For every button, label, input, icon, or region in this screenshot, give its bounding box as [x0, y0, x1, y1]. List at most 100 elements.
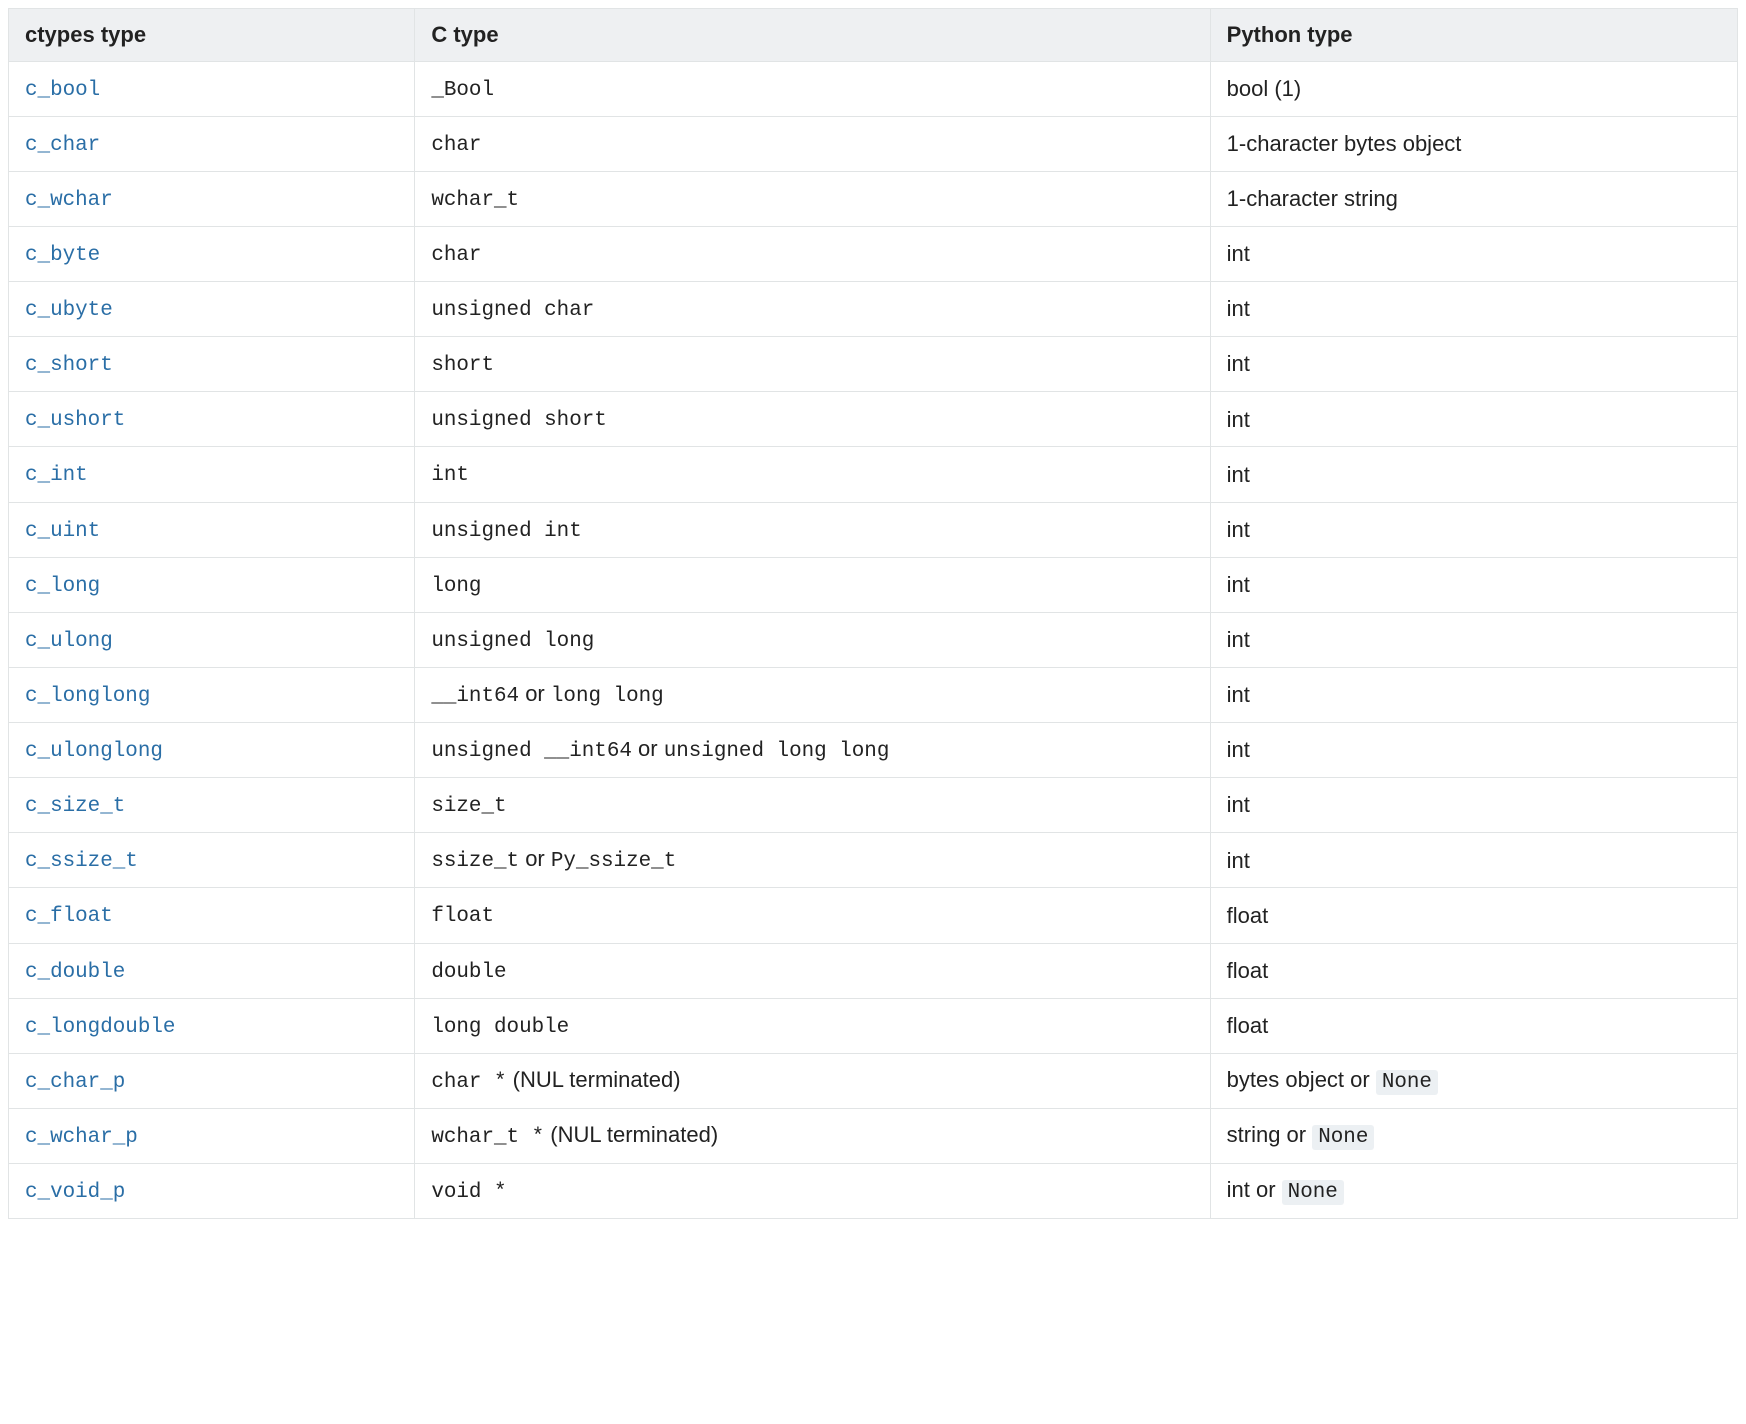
- ctypes-link[interactable]: c_long: [25, 575, 100, 598]
- code-text: wchar_t: [431, 189, 519, 212]
- ctypes-link[interactable]: c_byte: [25, 244, 100, 267]
- ctypes-link[interactable]: c_ubyte: [25, 299, 113, 322]
- plain-text: int: [1227, 241, 1250, 266]
- cell-python-type: int or None: [1210, 1164, 1737, 1219]
- cell-python-type: int: [1210, 723, 1737, 778]
- ctypes-link[interactable]: c_ulonglong: [25, 740, 163, 763]
- ctypes-link[interactable]: c_ushort: [25, 409, 125, 432]
- ctypes-link[interactable]: c_ulong: [25, 630, 113, 653]
- table-row: c_long longint: [9, 557, 1738, 612]
- table-row: c_wchar_p wchar_t * (NUL terminated)strin…: [9, 1108, 1738, 1163]
- cell-ctypes-type: c_longdouble: [9, 998, 415, 1053]
- none-literal: None: [1312, 1125, 1374, 1150]
- cell-c-type: char: [415, 116, 1210, 171]
- column-header-c-type: C type: [415, 9, 1210, 62]
- cell-ctypes-type: c_char_p: [9, 1053, 415, 1108]
- code-text: unsigned int: [431, 520, 581, 543]
- cell-python-type: bytes object or None: [1210, 1053, 1737, 1108]
- code-text: unsigned char: [431, 299, 594, 322]
- cell-c-type: long: [415, 557, 1210, 612]
- table-row: c_ssize_tssize_t or Py_ssize_tint: [9, 833, 1738, 888]
- cell-ctypes-type: c_void_p: [9, 1164, 415, 1219]
- plain-text: or: [519, 681, 551, 706]
- cell-python-type: int: [1210, 392, 1737, 447]
- plain-text: int: [1227, 627, 1250, 652]
- table-row: c_short short int: [9, 337, 1738, 392]
- cell-python-type: int: [1210, 282, 1737, 337]
- table-row: c_void_pvoid *int or None: [9, 1164, 1738, 1219]
- cell-ctypes-type: c_ulong: [9, 612, 415, 667]
- table-row: c_ulonglong unsigned __int64 or unsigned …: [9, 723, 1738, 778]
- cell-ctypes-type: c_wchar: [9, 171, 415, 226]
- plain-text: bytes object or: [1227, 1067, 1376, 1092]
- plain-text: or: [519, 846, 551, 871]
- table-row: c_ushort unsigned shortint: [9, 392, 1738, 447]
- plain-text: int: [1227, 351, 1250, 376]
- code-text: unsigned long long: [664, 740, 890, 763]
- code-text: double: [431, 961, 506, 984]
- ctypes-link[interactable]: c_double: [25, 961, 125, 984]
- plain-text: int: [1227, 572, 1250, 597]
- cell-c-type: int: [415, 447, 1210, 502]
- cell-ctypes-type: c_float: [9, 888, 415, 943]
- ctypes-link[interactable]: c_size_t: [25, 795, 125, 818]
- none-literal: None: [1282, 1180, 1344, 1205]
- ctypes-link[interactable]: c_ssize_t: [25, 850, 138, 873]
- cell-python-type: int: [1210, 226, 1737, 281]
- ctypes-link[interactable]: c_char: [25, 134, 100, 157]
- cell-ctypes-type: c_short: [9, 337, 415, 392]
- cell-ctypes-type: c_uint: [9, 502, 415, 557]
- cell-c-type: _Bool: [415, 61, 1210, 116]
- cell-ctypes-type: c_wchar_p: [9, 1108, 415, 1163]
- cell-python-type: float: [1210, 998, 1737, 1053]
- cell-c-type: short: [415, 337, 1210, 392]
- plain-text: int: [1227, 296, 1250, 321]
- plain-text: bool (1): [1227, 76, 1302, 101]
- table-row: c_byte char int: [9, 226, 1738, 281]
- code-text: float: [431, 905, 494, 928]
- cell-python-type: 1-character string: [1210, 171, 1737, 226]
- cell-c-type: unsigned short: [415, 392, 1210, 447]
- ctypes-types-table: ctypes type C type Python type c_bool_Bo…: [8, 8, 1738, 1219]
- code-text: short: [431, 354, 494, 377]
- code-text: char *: [431, 1071, 506, 1094]
- ctypes-link[interactable]: c_void_p: [25, 1181, 125, 1204]
- table-row: c_ubyte unsigned char int: [9, 282, 1738, 337]
- table-row: c_longlong __int64 or long long int: [9, 667, 1738, 722]
- plain-text: int: [1227, 848, 1250, 873]
- plain-text: float: [1227, 903, 1269, 928]
- ctypes-link[interactable]: c_bool: [25, 79, 100, 102]
- ctypes-link[interactable]: c_wchar_p: [25, 1126, 138, 1149]
- code-text: char: [431, 244, 481, 267]
- ctypes-link[interactable]: c_uint: [25, 520, 100, 543]
- cell-python-type: int: [1210, 502, 1737, 557]
- plain-text: int: [1227, 792, 1250, 817]
- plain-text: or: [632, 736, 664, 761]
- cell-ctypes-type: c_int: [9, 447, 415, 502]
- cell-c-type: __int64 or long long: [415, 667, 1210, 722]
- ctypes-link[interactable]: c_wchar: [25, 189, 113, 212]
- cell-ctypes-type: c_long: [9, 557, 415, 612]
- ctypes-link[interactable]: c_float: [25, 905, 113, 928]
- ctypes-link[interactable]: c_longlong: [25, 685, 150, 708]
- table-row: c_uint unsigned int int: [9, 502, 1738, 557]
- cell-c-type: size_t: [415, 778, 1210, 833]
- code-text: char: [431, 134, 481, 157]
- ctypes-link[interactable]: c_int: [25, 464, 88, 487]
- cell-c-type: double: [415, 943, 1210, 998]
- cell-python-type: int: [1210, 778, 1737, 833]
- code-text: int: [431, 464, 469, 487]
- code-text: unsigned long: [431, 630, 594, 653]
- ctypes-link[interactable]: c_longdouble: [25, 1016, 175, 1039]
- code-text: __int64: [431, 685, 519, 708]
- cell-ctypes-type: c_byte: [9, 226, 415, 281]
- ctypes-link[interactable]: c_short: [25, 354, 113, 377]
- cell-c-type: wchar_t * (NUL terminated): [415, 1108, 1210, 1163]
- cell-python-type: string or None: [1210, 1108, 1737, 1163]
- cell-c-type: unsigned __int64 or unsigned long long: [415, 723, 1210, 778]
- plain-text: int: [1227, 682, 1250, 707]
- cell-python-type: bool (1): [1210, 61, 1737, 116]
- cell-c-type: unsigned char: [415, 282, 1210, 337]
- cell-python-type: int: [1210, 667, 1737, 722]
- ctypes-link[interactable]: c_char_p: [25, 1071, 125, 1094]
